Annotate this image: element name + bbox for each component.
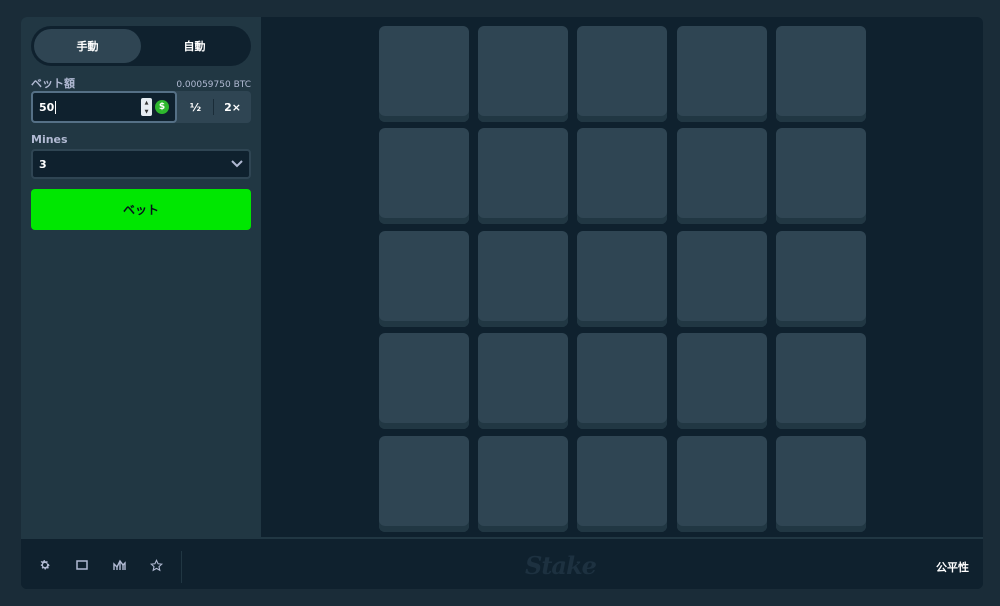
sidebar: 手動 自動 ベット額 0.00059750 BTC 50 ▲ ▼ $ ½ 2× … (21, 17, 261, 537)
footer-divider (181, 551, 182, 583)
mine-tile[interactable] (379, 333, 469, 429)
tab-auto[interactable]: 自動 (141, 29, 248, 63)
bet-amount-input[interactable]: 50 ▲ ▼ $ (31, 91, 177, 123)
mine-tile[interactable] (677, 436, 767, 532)
mine-tile[interactable] (577, 333, 667, 429)
mine-tile[interactable] (379, 231, 469, 327)
mode-switch: 手動 自動 (31, 26, 251, 66)
mine-tile[interactable] (776, 231, 866, 327)
mine-tile[interactable] (379, 128, 469, 224)
tab-manual[interactable]: 手動 (34, 29, 141, 63)
mine-tile[interactable] (577, 231, 667, 327)
mine-tile[interactable] (478, 128, 568, 224)
mine-tile[interactable] (478, 333, 568, 429)
mine-tile[interactable] (677, 333, 767, 429)
mine-tile[interactable] (677, 128, 767, 224)
mines-value: 3 (39, 157, 47, 171)
mine-tile[interactable] (776, 128, 866, 224)
double-bet-button[interactable]: 2× (214, 91, 251, 123)
half-bet-button[interactable]: ½ (177, 91, 214, 123)
theatre-mode-icon[interactable] (74, 557, 90, 573)
mine-tile[interactable] (577, 436, 667, 532)
mine-tile[interactable] (677, 26, 767, 122)
game-frame: 手動 自動 ベット額 0.00059750 BTC 50 ▲ ▼ $ ½ 2× … (21, 17, 983, 589)
bet-btc-value: 0.00059750 BTC (176, 80, 251, 90)
mine-tile[interactable] (577, 26, 667, 122)
mine-tile[interactable] (478, 231, 568, 327)
fairness-link[interactable]: 公平性 (936, 559, 969, 575)
stake-logo: Stake (525, 551, 597, 580)
mine-tile[interactable] (577, 128, 667, 224)
mine-tile[interactable] (379, 26, 469, 122)
chevron-down-icon (231, 160, 243, 168)
number-spinner[interactable]: ▲ ▼ (141, 98, 152, 116)
bet-amount-value: 50 (39, 100, 57, 114)
mines-label: Mines (31, 133, 68, 146)
bet-button[interactable]: ベット (31, 189, 251, 230)
mine-tile[interactable] (776, 26, 866, 122)
mine-tile[interactable] (776, 436, 866, 532)
spinner-down-icon[interactable]: ▼ (145, 109, 149, 115)
bet-amount-label: ベット額 (31, 77, 75, 90)
mine-tile[interactable] (776, 333, 866, 429)
bet-amount-row: 50 ▲ ▼ $ ½ 2× (31, 91, 251, 123)
mines-select[interactable]: 3 (31, 149, 251, 179)
mine-tile[interactable] (379, 436, 469, 532)
footer-bar: Stake 公平性 (21, 537, 983, 589)
bet-amount-header: ベット額 0.00059750 BTC (31, 75, 251, 90)
stats-icon[interactable] (111, 557, 127, 573)
mine-tile[interactable] (677, 231, 767, 327)
star-icon[interactable] (148, 557, 164, 573)
currency-icon: $ (155, 100, 169, 114)
spinner-up-icon[interactable]: ▲ (145, 100, 149, 106)
mine-tile[interactable] (478, 436, 568, 532)
mine-tile[interactable] (478, 26, 568, 122)
gear-icon[interactable] (37, 557, 53, 573)
